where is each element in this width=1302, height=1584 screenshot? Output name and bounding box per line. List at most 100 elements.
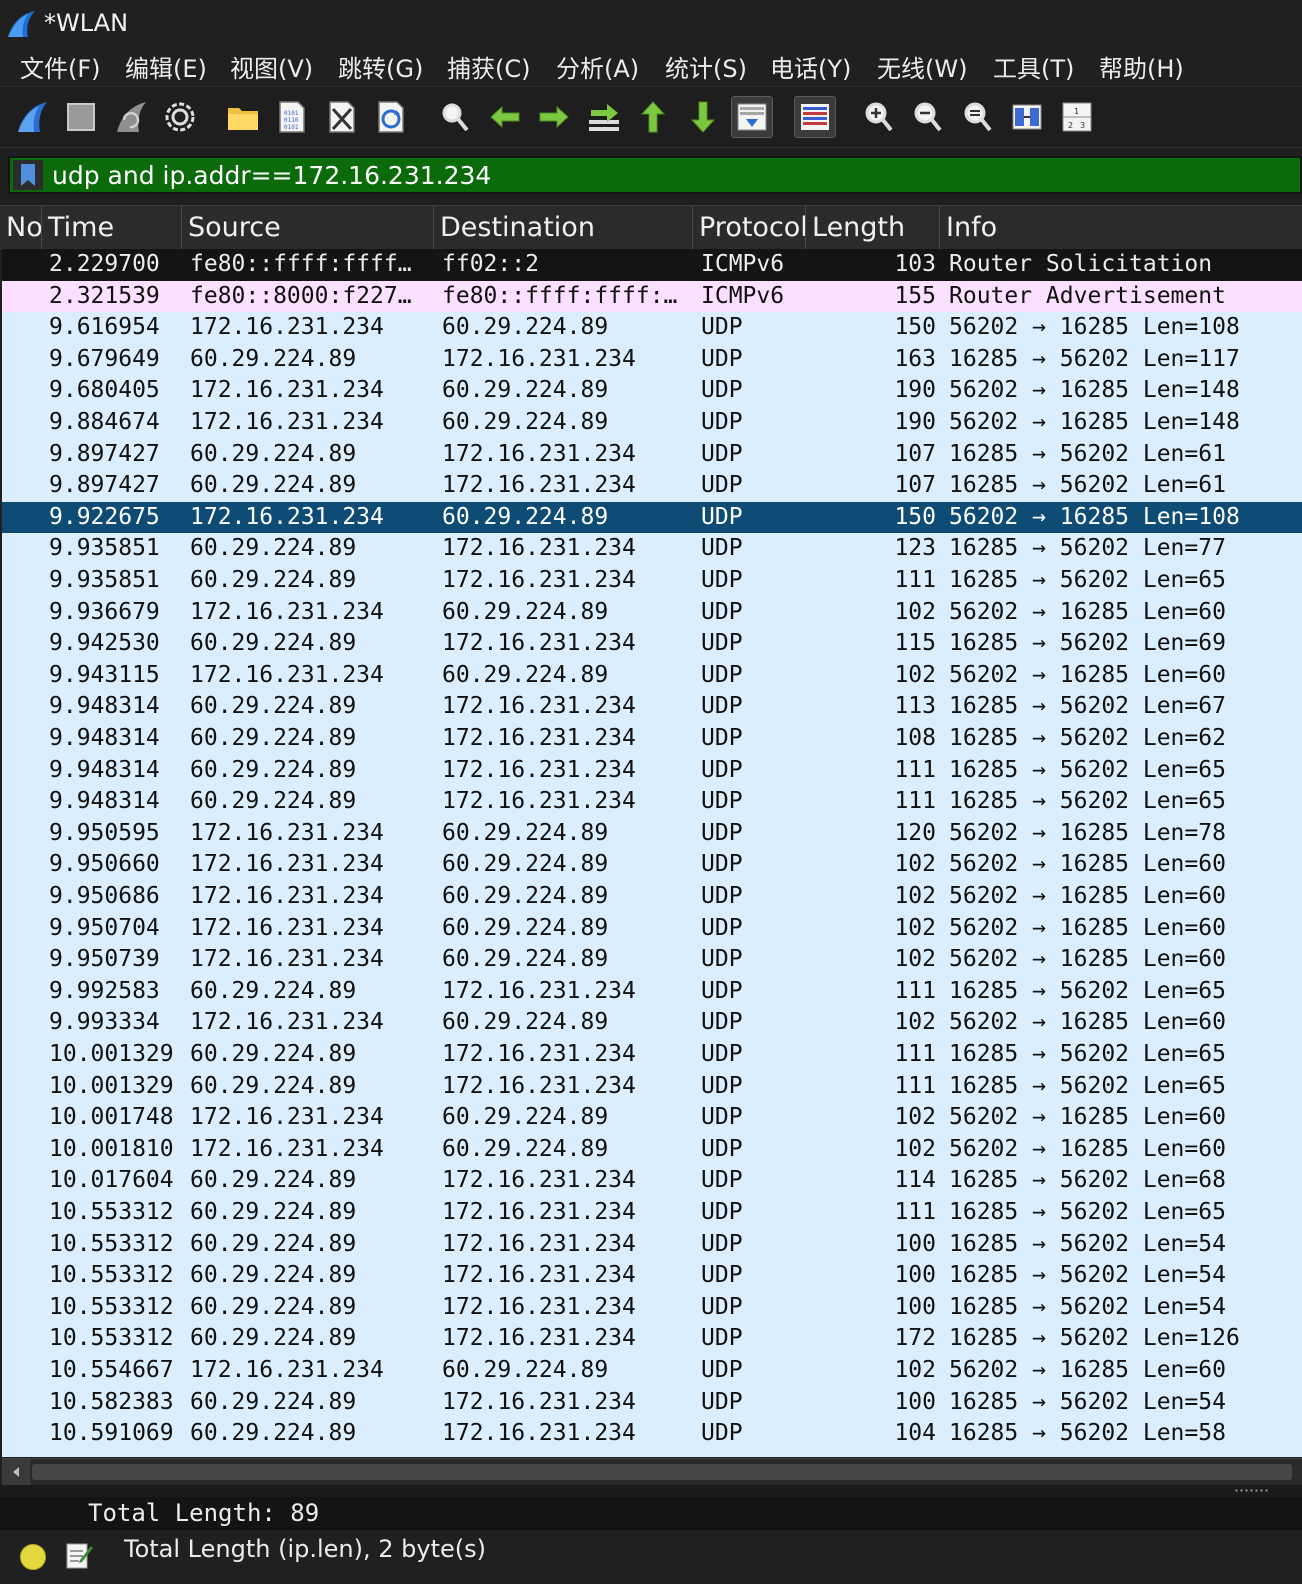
packet-row[interactable]: 10.017604 60.29.224.89 172.16.231.234 UDP 11… <box>2 1165 1302 1197</box>
packet-row[interactable]: 2.229700 fe80::ffff:ffff… ff02::2 ICMPv6 103… <box>2 249 1302 281</box>
packet-row[interactable]: 10.591069 60.29.224.89 172.16.231.234 UDP 10… <box>2 1418 1302 1450</box>
packet-time: 10.591069 <box>49 1420 174 1447</box>
packet-row[interactable]: 9.680405 172.16.231.234 60.29.224.89 UDP 190… <box>2 375 1302 407</box>
packet-row[interactable]: 9.936679 172.16.231.234 60.29.224.89 UDP 102… <box>2 596 1302 629</box>
packet-row[interactable]: 9.897427 60.29.224.89 172.16.231.234 UDP 107… <box>2 470 1302 502</box>
column-header-info[interactable]: Info <box>939 206 1302 249</box>
packet-row[interactable]: 9.948314 60.29.224.89 172.16.231.234 UDP 113… <box>2 691 1302 723</box>
bookmark-icon[interactable] <box>13 160 43 190</box>
reload-file-icon[interactable] <box>370 96 412 138</box>
selected-packet-row[interactable]: 9.922675 172.16.231.234 60.29.224.89 UDP 150… <box>2 501 1302 534</box>
packet-row[interactable]: 9.935851 60.29.224.89 172.16.231.234 UDP 123… <box>2 533 1302 565</box>
packet-row[interactable]: 9.942530 60.29.224.89 172.16.231.234 UDP 115… <box>2 628 1302 660</box>
packet-source: 60.29.224.89 <box>190 567 357 593</box>
column-header-length[interactable]: Length <box>805 206 939 249</box>
save-file-icon[interactable]: 0101 0110 0101 <box>271 96 313 138</box>
scroll-left-icon[interactable] <box>2 1459 30 1485</box>
packet-row[interactable]: 9.992583 60.29.224.89 172.16.231.234 UDP 111… <box>2 975 1302 1008</box>
zoom-out-icon[interactable] <box>907 96 949 138</box>
close-file-icon[interactable] <box>321 96 363 138</box>
packet-row[interactable]: 9.950686 172.16.231.234 60.29.224.89 UDP 102… <box>2 881 1302 913</box>
packet-row[interactable]: 9.948314 60.29.224.89 172.16.231.234 UDP 111… <box>2 754 1302 787</box>
expert-info-icon[interactable] <box>20 1544 46 1570</box>
packet-row[interactable]: 9.948314 60.29.224.89 172.16.231.234 UDP 108… <box>2 723 1302 755</box>
stop-capture-icon[interactable] <box>60 96 102 138</box>
packet-length: 102 <box>894 851 936 878</box>
menu-edit[interactable]: 编辑(E) <box>125 49 207 84</box>
packet-row[interactable]: 10.554667 172.16.231.234 60.29.224.89 UDP 10… <box>2 1355 1302 1387</box>
menu-statistics[interactable]: 统计(S) <box>665 49 747 84</box>
zoom-in-icon[interactable] <box>858 96 900 138</box>
go-back-icon[interactable] <box>484 96 526 138</box>
packet-list[interactable]: 2.229700 fe80::ffff:ffff… ff02::2 ICMPv6 103… <box>2 249 1302 1457</box>
go-to-packet-icon[interactable] <box>583 96 625 138</box>
start-capture-icon[interactable] <box>11 96 53 138</box>
packet-row[interactable]: 9.950660 172.16.231.234 60.29.224.89 UDP 102… <box>2 849 1302 881</box>
menu-telephony[interactable]: 电话(Y) <box>770 49 851 84</box>
menu-go[interactable]: 跳转(G) <box>338 49 423 84</box>
packet-bytes-icon[interactable]: 123 <box>1056 96 1098 138</box>
menu-file[interactable]: 文件(F) <box>20 49 101 84</box>
packet-row[interactable]: 9.943115 172.16.231.234 60.29.224.89 UDP 102… <box>2 659 1302 692</box>
packet-row[interactable]: 9.935851 60.29.224.89 172.16.231.234 UDP 111… <box>2 565 1302 597</box>
packet-info: Router Solicitation <box>949 251 1213 277</box>
packet-list-scrollbar[interactable] <box>2 1458 1302 1485</box>
packet-row[interactable]: 2.321539 fe80::8000:f227… fe80::ffff:ffff:… <box>2 280 1302 313</box>
packet-time: 10.553312 <box>49 1262 174 1289</box>
packet-row[interactable]: 10.582383 60.29.224.89 172.16.231.234 UDP 10… <box>2 1386 1302 1419</box>
packet-row[interactable]: 9.616954 172.16.231.234 60.29.224.89 UDP 150… <box>2 312 1302 344</box>
column-header-no[interactable]: No <box>0 206 42 249</box>
packet-row[interactable]: 10.553312 60.29.224.89 172.16.231.234 UDP 11… <box>2 1197 1302 1229</box>
pane-splitter[interactable] <box>0 1485 1302 1497</box>
column-header-protocol[interactable]: Protocol <box>692 206 805 249</box>
scrollbar-thumb[interactable] <box>32 1464 1292 1480</box>
first-packet-icon[interactable] <box>632 96 674 138</box>
packet-row[interactable]: 10.553312 60.29.224.89 172.16.231.234 UDP 10… <box>2 1291 1302 1324</box>
open-file-icon[interactable] <box>222 96 264 138</box>
menu-view[interactable]: 视图(V) <box>230 49 313 84</box>
resize-columns-icon[interactable] <box>1006 96 1048 138</box>
capture-options-icon[interactable] <box>159 96 201 138</box>
packet-length: 111 <box>894 567 936 593</box>
column-header-time[interactable]: Time <box>41 206 181 249</box>
packet-row[interactable]: 10.001748 172.16.231.234 60.29.224.89 UDP 10… <box>2 1102 1302 1134</box>
packet-row[interactable]: 10.001329 60.29.224.89 172.16.231.234 UDP 11… <box>2 1070 1302 1103</box>
packet-row[interactable]: 10.553312 60.29.224.89 172.16.231.234 UDP 17… <box>2 1323 1302 1355</box>
menu-capture[interactable]: 捕获(C) <box>447 49 530 84</box>
column-header-source[interactable]: Source <box>181 206 433 249</box>
packet-length: 111 <box>894 756 936 783</box>
menu-tools[interactable]: 工具(T) <box>993 49 1074 84</box>
menu-wireless[interactable]: 无线(W) <box>877 49 967 84</box>
packet-row[interactable]: 10.001329 60.29.224.89 172.16.231.234 UDP 11… <box>2 1039 1302 1071</box>
packet-row[interactable]: 9.948314 60.29.224.89 172.16.231.234 UDP 111… <box>2 786 1302 818</box>
packet-info: 16285 → 56202 Len=62 <box>949 725 1226 751</box>
packet-row[interactable]: 9.950739 172.16.231.234 60.29.224.89 UDP 102… <box>2 944 1302 976</box>
menu-analyze[interactable]: 分析(A) <box>556 49 639 84</box>
packet-details-pane[interactable]: Total Length: 89 <box>0 1497 1302 1530</box>
column-header-destination[interactable]: Destination <box>433 206 692 249</box>
capture-comment-icon[interactable] <box>64 1540 94 1570</box>
packet-row[interactable]: 10.553312 60.29.224.89 172.16.231.234 UDP 10… <box>2 1228 1302 1261</box>
find-packet-icon[interactable] <box>434 96 476 138</box>
details-selected-field[interactable]: Total Length: 89 <box>88 1497 319 1530</box>
splitter-grip-icon[interactable] <box>1234 1488 1270 1493</box>
packet-row[interactable]: 9.679649 60.29.224.89 172.16.231.234 UDP 163… <box>2 343 1302 376</box>
packet-row[interactable]: 9.993334 172.16.231.234 60.29.224.89 UDP 102… <box>2 1007 1302 1039</box>
packet-row[interactable]: 9.884674 172.16.231.234 60.29.224.89 UDP 190… <box>2 407 1302 439</box>
menu-help[interactable]: 帮助(H) <box>1099 49 1184 84</box>
packet-row[interactable]: 9.950704 172.16.231.234 60.29.224.89 UDP 102… <box>2 912 1302 945</box>
go-forward-icon[interactable] <box>533 96 575 138</box>
restart-capture-icon[interactable] <box>110 96 152 138</box>
packet-time: 9.680405 <box>49 377 160 404</box>
packet-time: 9.992583 <box>49 977 160 1004</box>
autoscroll-icon[interactable] <box>731 96 773 138</box>
packet-destination: 172.16.231.234 <box>442 725 636 751</box>
packet-row[interactable]: 10.001810 172.16.231.234 60.29.224.89 UDP 10… <box>2 1133 1302 1166</box>
colorize-icon[interactable] <box>794 96 836 138</box>
normal-size-icon[interactable] <box>957 96 999 138</box>
packet-row[interactable]: 10.553312 60.29.224.89 172.16.231.234 UDP 10… <box>2 1260 1302 1292</box>
packet-row[interactable]: 9.950595 172.16.231.234 60.29.224.89 UDP 120… <box>2 817 1302 850</box>
display-filter-input[interactable] <box>52 159 1292 191</box>
packet-row[interactable]: 9.897427 60.29.224.89 172.16.231.234 UDP 107… <box>2 438 1302 471</box>
last-packet-icon[interactable] <box>682 96 724 138</box>
